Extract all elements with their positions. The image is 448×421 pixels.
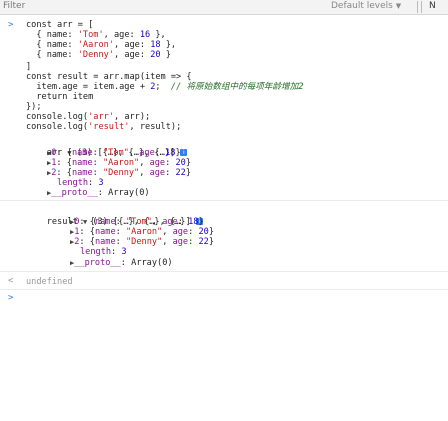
code-line: return item xyxy=(26,92,94,102)
log-levels-dropdown[interactable]: Default levels ▼ xyxy=(331,1,401,11)
array-item[interactable]: ▶0: {name: "Tom", age: 18} xyxy=(70,217,204,227)
array-proto[interactable]: ▶__proto__: Array(0) xyxy=(47,188,150,198)
code-line: ] xyxy=(26,62,32,72)
levels-label: Default levels xyxy=(331,1,393,11)
code-line: console.log('arr', arr); xyxy=(26,112,151,122)
filter-input[interactable]: Filter xyxy=(3,1,25,11)
code-line: { name: 'Aaron', age: 18 }, xyxy=(26,40,177,50)
info-icon: i xyxy=(180,149,188,156)
array-item[interactable]: ▶1: {name: "Aaron", age: 20} xyxy=(47,158,191,168)
code-line: console.log('result', result); xyxy=(26,122,182,132)
code-line: { name: 'Tom', age: 16 }, xyxy=(26,30,166,40)
array-item[interactable]: ▶1: {name: "Aaron", age: 20} xyxy=(70,227,214,237)
divider xyxy=(0,271,448,272)
toolbar-extra-button[interactable]: N xyxy=(429,1,436,11)
array-proto[interactable]: ▶__proto__: Array(0) xyxy=(70,258,173,268)
code-line: }); xyxy=(26,102,42,112)
toolbar-divider xyxy=(421,1,422,13)
return-value: undefined xyxy=(26,277,73,287)
code-line: const result = arr.map(item => { xyxy=(26,72,192,82)
array-length: length: 3 xyxy=(57,178,104,188)
prompt-chevron-icon: > xyxy=(8,20,14,30)
code-line: { name: 'Denny', age: 20 } xyxy=(26,50,171,60)
divider xyxy=(0,289,448,290)
code-line: const arr = [ xyxy=(26,20,94,30)
array-item[interactable]: ▶2: {name: "Denny", age: 22} xyxy=(70,237,214,247)
divider xyxy=(0,200,448,201)
input-prompt[interactable]: > xyxy=(8,293,13,303)
array-item[interactable]: ▶0: {name: "Tom", age: 18} xyxy=(47,148,181,158)
code-line: item.age = item.age + 2; // 将原始数组中的每项年龄增… xyxy=(26,82,304,92)
chevron-down-icon: ▼ xyxy=(395,2,402,10)
toolbar-divider xyxy=(417,1,418,13)
result-chevron-icon: < xyxy=(8,276,14,286)
array-item[interactable]: ▶2: {name: "Denny", age: 22} xyxy=(47,168,191,178)
array-length: length: 3 xyxy=(80,247,127,257)
console-toolbar: Filter Default levels ▼ N xyxy=(0,0,448,15)
